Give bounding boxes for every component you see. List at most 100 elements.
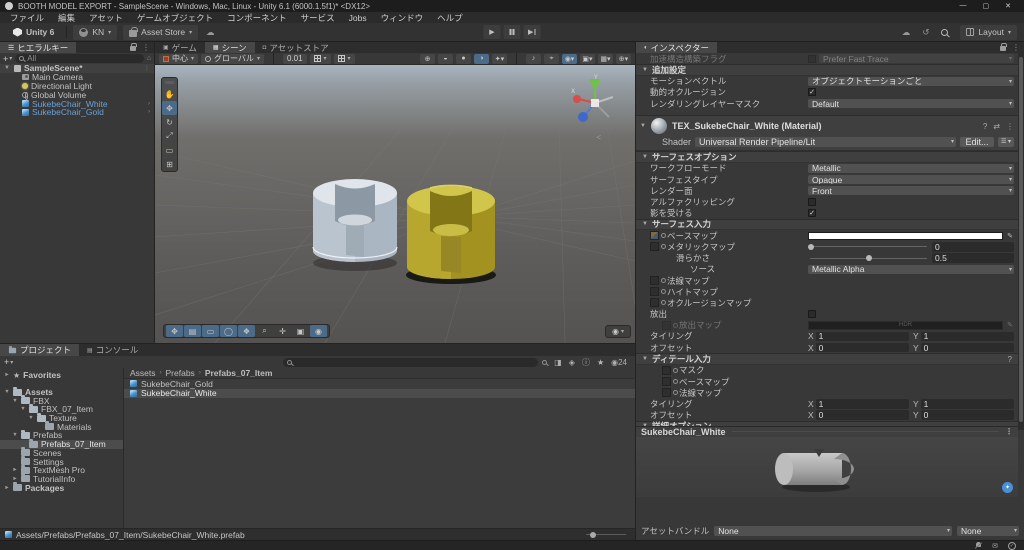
hierarchy-filter-icon[interactable]: ⌂ [147, 55, 151, 62]
layout-dropdown[interactable]: Layout ▾ [960, 24, 1017, 40]
base-map-thumbnail[interactable] [650, 231, 659, 241]
dynamic-occlusion-checkbox[interactable]: ✓ [808, 88, 816, 97]
scene-viewport[interactable]: ✋ ✥ ↻ ⤢ ▭ ⊞ Y X < ✥ ▤ ▭ ◯ ❖ ⌕ ✛ ▣ ◉ ◉ ▾ [155, 65, 635, 343]
thumbnail-size-slider[interactable] [586, 530, 626, 539]
preview-header[interactable]: SukebeChair_White ⋮ [636, 425, 1018, 437]
detail-offset-y-field[interactable]: 0 [920, 410, 1014, 420]
console-message-icon[interactable]: ✉ [992, 542, 998, 550]
breadcrumb-current[interactable]: Prefabs_07_Item [205, 368, 273, 378]
undo-history-icon[interactable]: ↺ [922, 27, 929, 38]
maximize-button[interactable]: ▢ [983, 2, 990, 10]
prefab-open-icon[interactable]: › [148, 109, 154, 115]
hierarchy-search-input[interactable]: All [15, 54, 144, 63]
tab-scene[interactable]: ▦ シーン [204, 42, 255, 53]
menu-component[interactable]: コンポーネント [220, 12, 294, 24]
overlay-rect-icon[interactable]: ▭ [202, 325, 219, 337]
material-preview[interactable]: ✦ [636, 436, 1018, 497]
surface-inputs-header[interactable]: ▼ サーフェス入力 [636, 218, 1018, 231]
breadcrumb-prefabs[interactable]: Prefabs [166, 368, 195, 378]
scale-tool[interactable]: ⤢ [162, 129, 177, 143]
file-sukebechair-white[interactable]: SukebeChair_White [124, 388, 635, 398]
workflow-dropdown[interactable]: Metallic [808, 163, 1014, 174]
preview-material-ball-icon[interactable]: ✦ [1002, 481, 1013, 493]
offset-y-field[interactable]: 0 [920, 343, 1014, 353]
normal-map-slot[interactable] [650, 276, 659, 286]
smoothness-value-field[interactable]: 0.5 [932, 253, 1014, 263]
favorite-icon[interactable]: ★ [597, 358, 604, 367]
menu-gameobject[interactable]: ゲームオブジェクト [130, 12, 220, 24]
menu-edit[interactable]: 編集 [51, 12, 82, 24]
transform-tool[interactable]: ⊞ [162, 157, 177, 171]
menu-jobs[interactable]: Jobs [342, 13, 374, 23]
metallic-value-field[interactable]: 0 [932, 242, 1014, 252]
search-by-type-icon[interactable] [542, 359, 548, 365]
overlay-transform-icon[interactable]: ▤ [184, 325, 201, 337]
offset-x-field[interactable]: 0 [815, 343, 909, 353]
overlay-prefab-icon[interactable]: ▣ [292, 325, 309, 337]
help-icon[interactable]: ? [1008, 355, 1018, 364]
detail-tiling-y-field[interactable]: 1 [920, 399, 1014, 409]
surface-type-dropdown[interactable]: Opaque [808, 174, 1014, 185]
metallic-slider[interactable] [808, 242, 929, 251]
menu-services[interactable]: サービス [294, 12, 342, 24]
pause-button[interactable] [503, 25, 521, 39]
overlay-pivot-icon[interactable]: ✛ [274, 325, 291, 337]
audio-mute-icon[interactable]: ♪ [526, 53, 541, 64]
tab-console[interactable]: ▤ コンソール [79, 344, 146, 356]
camera-settings-icon[interactable]: ⌖ [544, 53, 559, 64]
tab-project[interactable]: プロジェクト [0, 344, 80, 356]
pivot-dropdown[interactable]: 中心 ▾ [159, 53, 199, 64]
material-header[interactable]: ▼ TEX_SukebeChair_White (Material) ? ⇄ ⋮… [636, 115, 1018, 152]
render-doc-icon[interactable]: ⊕ [420, 53, 435, 64]
gizmos-dropdown-icon[interactable]: ⊕▾ [616, 53, 631, 64]
overlay-rotate-icon[interactable]: ◯ [220, 325, 237, 337]
label-icon[interactable]: ◈ [569, 358, 575, 367]
scene-lighting-icon[interactable]: ◒ [438, 53, 453, 64]
minimize-button[interactable]: — [960, 2, 967, 10]
scene-effects-icon[interactable]: ● [456, 53, 471, 64]
render-face-dropdown[interactable]: Front [808, 185, 1014, 196]
lock-icon[interactable] [1000, 43, 1007, 51]
overlay-search-icon[interactable]: ⌕ [256, 325, 273, 337]
tab-hierarchy[interactable]: ☰ ヒエラルキー [0, 42, 77, 53]
scene-menu-icon[interactable]: ⋮ [144, 65, 154, 72]
breadcrumb-assets[interactable]: Assets [130, 368, 156, 378]
detail-offset-x-field[interactable]: 0 [815, 410, 909, 420]
overlay-scale-icon[interactable]: ❖ [238, 325, 255, 337]
tab-game[interactable]: ▣ ゲーム [155, 42, 205, 53]
cloud-build-icon[interactable]: ☁ [902, 27, 911, 38]
source-dropdown[interactable]: Metallic Alpha [808, 264, 1014, 275]
menu-assets[interactable]: アセット [82, 12, 130, 24]
orientation-gizmo[interactable]: Y X [569, 73, 621, 133]
emission-checkbox[interactable] [808, 310, 816, 319]
move-tool[interactable]: ✥ [162, 101, 177, 115]
play-button[interactable]: ▶ [483, 25, 501, 39]
metallic-map-slot[interactable] [650, 242, 659, 252]
project-search-input[interactable] [283, 357, 539, 367]
occlusion-map-slot[interactable] [650, 298, 659, 308]
package-visibility-icon[interactable]: ◨ [554, 358, 562, 367]
surface-options-header[interactable]: ▼ サーフェスオプション [636, 151, 1018, 163]
detail-normal-map-slot[interactable] [662, 388, 671, 398]
rendering-layer-mask-dropdown[interactable]: Default [808, 98, 1014, 109]
tree-favorites[interactable]: ► ★ Favorites [0, 370, 123, 380]
receive-shadows-checkbox[interactable]: ✓ [808, 209, 816, 218]
shader-menu-button[interactable]: ☰ ▾ [998, 136, 1014, 147]
grid-size-field[interactable]: 0.01 [282, 53, 307, 64]
preview-drag-handle[interactable] [731, 431, 999, 433]
color-picker-icon[interactable]: ✎ [1006, 232, 1014, 240]
detail-tiling-x-field[interactable]: 1 [815, 399, 909, 409]
prefab-open-icon[interactable]: › [148, 101, 154, 107]
shading-mode-icon[interactable]: ◑ [474, 53, 489, 64]
step-button[interactable]: ▶ [523, 25, 541, 39]
lock-icon[interactable] [130, 43, 137, 51]
hierarchy-menu-icon[interactable]: ⋮ [142, 43, 150, 52]
alpha-clipping-checkbox[interactable] [808, 197, 816, 206]
menu-file[interactable]: ファイル [3, 12, 51, 24]
cloud-sync-icon[interactable]: ☁ [206, 27, 215, 38]
close-button[interactable]: ✕ [1005, 2, 1011, 10]
scene-visibility-icon[interactable]: ◉▾ [562, 53, 577, 64]
material-menu-icon[interactable]: ⋮ [1006, 122, 1014, 131]
detail-mask-slot[interactable] [662, 365, 671, 375]
view-options-chip[interactable]: ◉ ▾ [605, 325, 631, 338]
